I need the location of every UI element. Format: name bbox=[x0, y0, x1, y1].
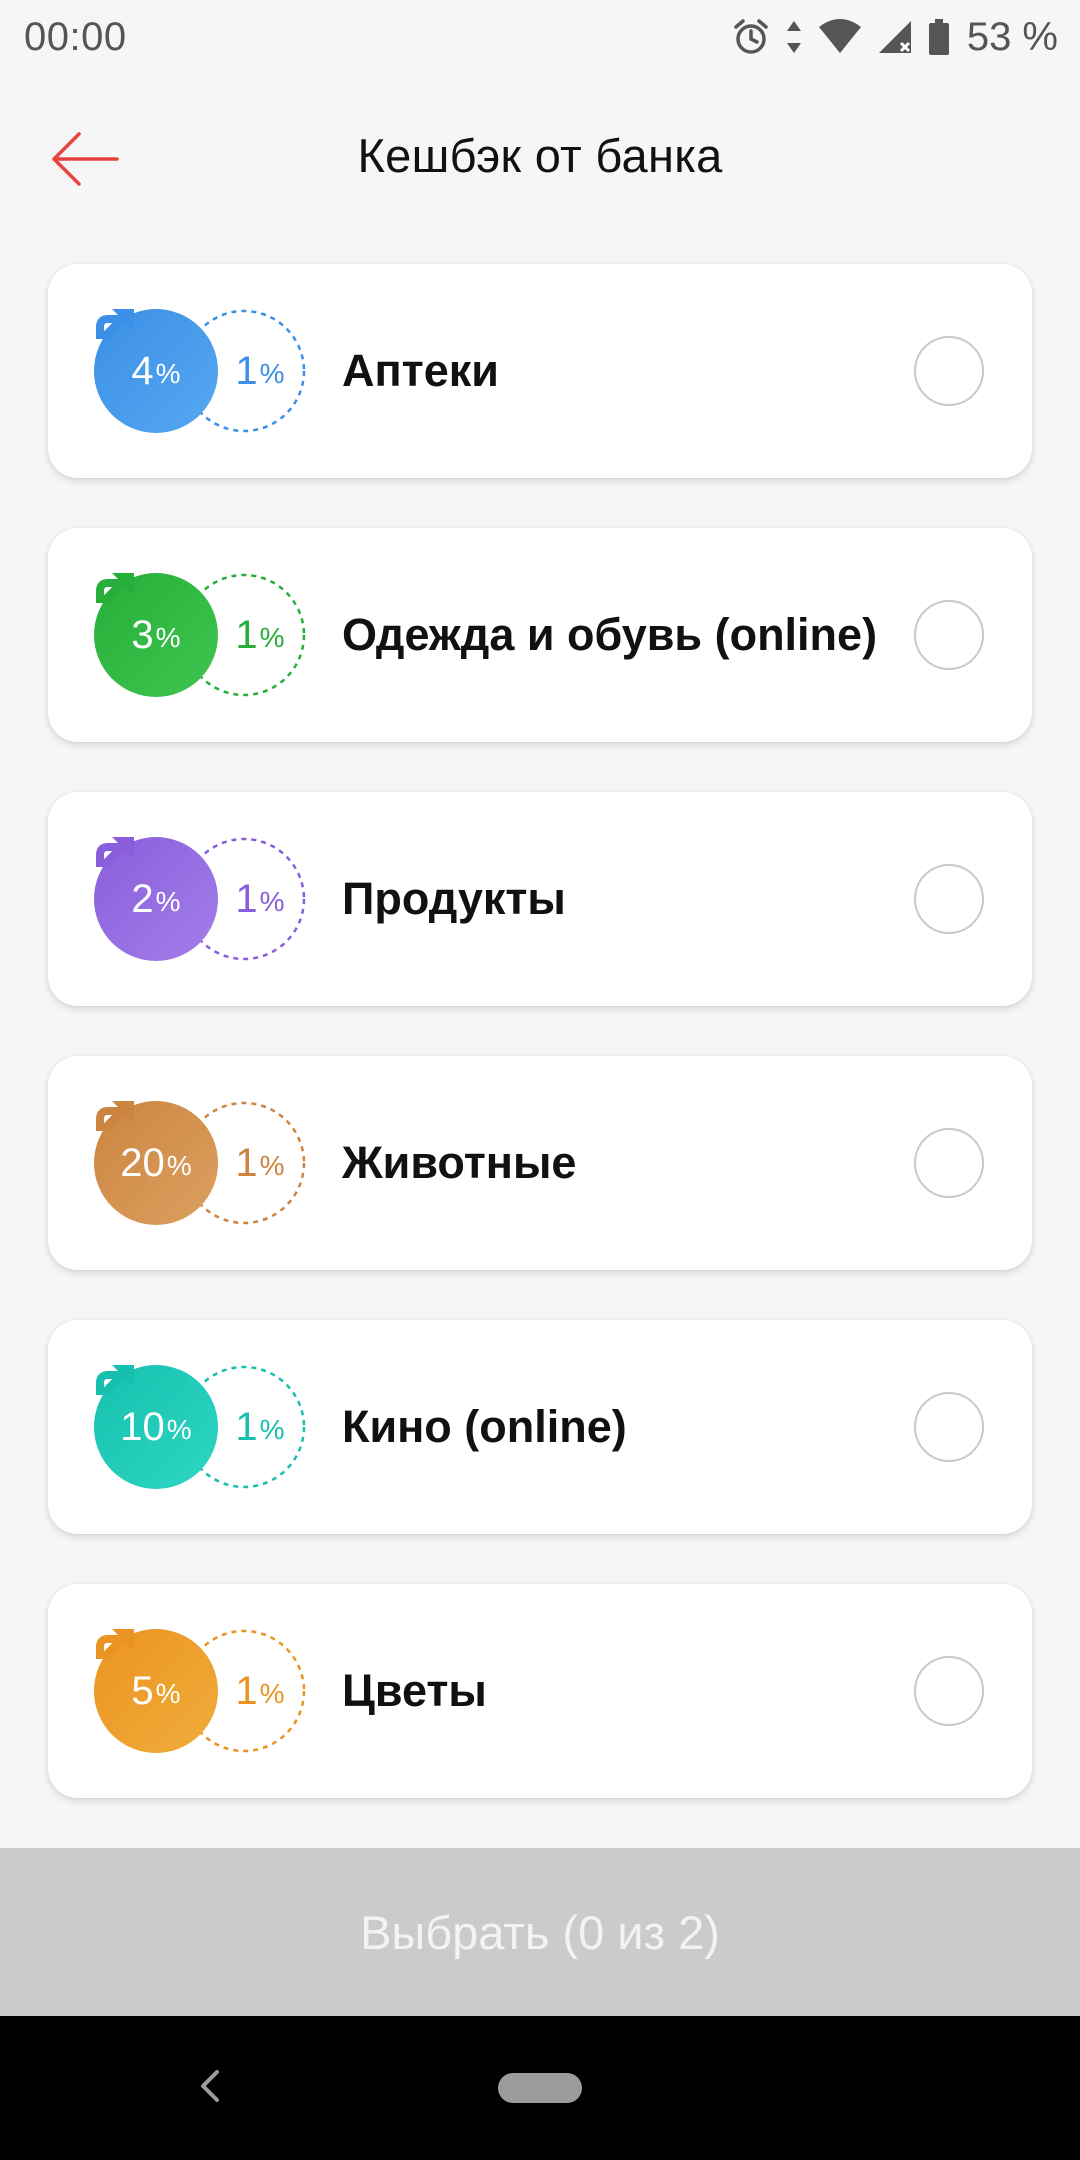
cashback-badge: 4% 1% bbox=[94, 309, 306, 433]
nav-home-pill[interactable] bbox=[498, 2073, 582, 2103]
select-radio[interactable] bbox=[914, 1392, 984, 1462]
cashback-badge: 3% 1% bbox=[94, 573, 306, 697]
base-rate: 1% bbox=[214, 309, 306, 433]
category-card[interactable]: 20% 1% Животные bbox=[48, 1056, 1032, 1270]
base-rate: 1% bbox=[214, 573, 306, 697]
category-label: Кино (online) bbox=[342, 1401, 627, 1452]
select-radio[interactable] bbox=[914, 1656, 984, 1726]
category-label: Животные bbox=[342, 1137, 577, 1188]
base-rate: 1% bbox=[214, 837, 306, 961]
page-title: Кешбэк от банка bbox=[357, 129, 723, 182]
wifi-icon bbox=[817, 17, 863, 57]
choose-button[interactable]: Выбрать (0 из 2) bbox=[0, 1848, 1080, 2016]
rate-percent: % bbox=[155, 358, 181, 389]
cashback-rate: 5% bbox=[94, 1629, 218, 1753]
cashback-badge: 5% 1% bbox=[94, 1629, 306, 1753]
nav-back-icon bbox=[195, 2066, 225, 2111]
cashback-badge: 20% 1% bbox=[94, 1101, 306, 1225]
category-label: Цветы bbox=[342, 1665, 487, 1716]
base-rate: 1% bbox=[214, 1365, 306, 1489]
cashback-rate: 2% bbox=[94, 837, 218, 961]
rate-value: 4 bbox=[131, 349, 154, 393]
base-rate-value: 1 bbox=[235, 1141, 258, 1185]
select-radio[interactable] bbox=[914, 600, 984, 670]
category-label: Аптеки bbox=[342, 345, 499, 396]
cashback-badge: 2% 1% bbox=[94, 837, 306, 961]
data-arrows-icon bbox=[783, 17, 805, 57]
category-card[interactable]: 3% 1% Одежда и обувь (online) bbox=[48, 528, 1032, 742]
signal-icon bbox=[875, 17, 915, 57]
base-rate-percent: % bbox=[259, 358, 285, 389]
base-rate: 1% bbox=[214, 1629, 306, 1753]
status-icons: 53 % bbox=[731, 15, 1058, 60]
cashback-badge: 10% 1% bbox=[94, 1365, 306, 1489]
battery-percent: 53 % bbox=[966, 14, 1058, 59]
category-card[interactable]: 5% 1% Цветы bbox=[48, 1584, 1032, 1798]
select-radio[interactable] bbox=[914, 336, 984, 406]
cashback-rate: 4% bbox=[94, 309, 218, 433]
category-card[interactable]: 2% 1% Продукты bbox=[48, 792, 1032, 1006]
base-rate-percent: % bbox=[259, 1150, 285, 1181]
base-rate-value: 1 bbox=[235, 349, 258, 393]
status-time: 00:00 bbox=[24, 14, 127, 59]
base-rate-percent: % bbox=[259, 1414, 285, 1445]
rate-value: 10 bbox=[120, 1405, 165, 1449]
rate-value: 3 bbox=[131, 613, 154, 657]
nav-back-button[interactable] bbox=[180, 2058, 240, 2118]
base-rate-value: 1 bbox=[235, 877, 258, 921]
category-list: 4% 1% Аптеки 3% 1% Одежда и обувь (online) 2% 1… bbox=[48, 264, 1032, 1848]
rate-percent: % bbox=[166, 1414, 192, 1445]
status-bar: 00:00 53 % bbox=[0, 0, 1080, 74]
base-rate-value: 1 bbox=[235, 613, 258, 657]
app-bar: Кешбэк от банка bbox=[0, 74, 1080, 244]
base-rate: 1% bbox=[214, 1101, 306, 1225]
screen: 00:00 53 % Кешбэк от банка 4 % 1 % Аптек… bbox=[0, 0, 1080, 2160]
base-rate-percent: % bbox=[259, 886, 285, 917]
select-radio[interactable] bbox=[914, 864, 984, 934]
base-rate-percent: % bbox=[259, 1678, 285, 1709]
cashback-rate: 10% bbox=[94, 1365, 218, 1489]
category-label: Продукты bbox=[342, 873, 566, 924]
rate-percent: % bbox=[166, 1150, 192, 1181]
select-radio[interactable] bbox=[914, 1128, 984, 1198]
category-card[interactable]: 10% 1% Кино (online) bbox=[48, 1320, 1032, 1534]
cashback-rate: 20% bbox=[94, 1101, 218, 1225]
rate-value: 5 bbox=[131, 1669, 154, 1713]
base-rate-value: 1 bbox=[235, 1669, 258, 1713]
navigation-bar bbox=[0, 2016, 1080, 2160]
cashback-rate: 3% bbox=[94, 573, 218, 697]
rate-value: 2 bbox=[131, 877, 154, 921]
base-rate-percent: % bbox=[259, 622, 285, 653]
base-rate-value: 1 bbox=[235, 1405, 258, 1449]
category-card[interactable]: 4% 1% Аптеки bbox=[48, 264, 1032, 478]
battery-icon bbox=[927, 17, 951, 57]
category-label: Одежда и обувь (online) bbox=[342, 609, 878, 660]
rate-percent: % bbox=[155, 886, 181, 917]
alarm-icon bbox=[731, 17, 771, 57]
rate-percent: % bbox=[155, 622, 181, 653]
rate-value: 20 bbox=[120, 1141, 165, 1185]
rate-percent: % bbox=[155, 1678, 181, 1709]
